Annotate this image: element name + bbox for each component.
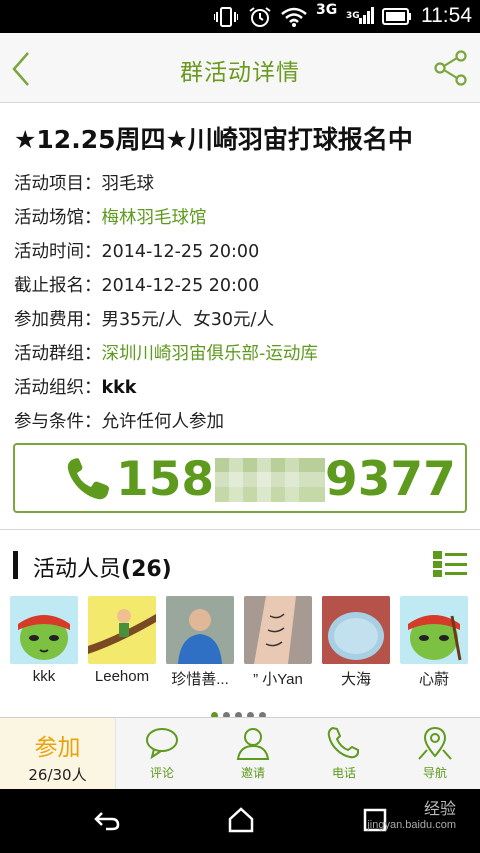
info-key: 活动时间： [14, 242, 102, 262]
member-item[interactable]: ” 小Yan [244, 596, 312, 689]
nav-back-icon[interactable] [92, 807, 122, 833]
action-bar: 参加 26/30人 评论 邀请 电话 导航 [0, 717, 480, 789]
info-key: 活动群组： [14, 344, 102, 364]
info-key: 参加费用： [14, 310, 102, 330]
member-name: 心蔚 [418, 671, 449, 688]
info-key: 活动场馆： [14, 208, 102, 228]
phone-call-button[interactable]: 158 9377 [13, 443, 467, 513]
share-icon[interactable] [434, 50, 468, 86]
navigate-icon [418, 726, 452, 760]
info-key: 活动项目： [14, 174, 102, 194]
nav-home-icon[interactable] [227, 807, 255, 833]
info-row-group: 活动群组：深圳川崎羽宙俱乐部-运动库 [14, 340, 318, 365]
call-button[interactable]: 电话 [299, 718, 389, 789]
member-name: 珍惜善... [171, 671, 229, 688]
info-value: 男35元/人 女30元/人 [101, 310, 274, 330]
phone-redaction-mosaic [215, 458, 325, 502]
info-row-condition: 参与条件：允许任何人参加 [14, 408, 224, 433]
avatar [400, 596, 468, 664]
watermark-url: jingyan.baidu.com [367, 819, 456, 831]
call-icon [327, 726, 359, 759]
avatar [10, 596, 78, 664]
members-title: 活动人员(26) [33, 551, 172, 583]
event-title: ★12.25周四★川崎羽宙打球报名中 [14, 125, 413, 154]
avatar [322, 596, 390, 664]
vibrate-icon [214, 7, 238, 27]
frog-avatar-image [18, 615, 70, 660]
clock: 11:54 [421, 4, 472, 27]
join-button[interactable]: 参加 26/30人 [0, 718, 116, 789]
join-label: 参加 [34, 735, 81, 761]
phone-icon [67, 458, 109, 500]
organizer-name[interactable]: kkk [102, 378, 137, 398]
info-value: 2014-12-25 20:00 [101, 242, 260, 262]
members-list: kkk Leehom 珍惜善... ” 小Yan 大海 心蔚 [10, 596, 480, 688]
call-label: 电话 [331, 766, 356, 780]
members-label: 活动人员 [33, 557, 122, 582]
join-count: 26/30人 [28, 766, 87, 784]
comment-button[interactable]: 评论 [117, 718, 207, 789]
alarm-icon [249, 7, 271, 27]
signal-icon [359, 7, 374, 24]
info-key: 参与条件： [14, 412, 102, 432]
navigate-label: 导航 [422, 766, 447, 780]
member-name: ” 小Yan [253, 671, 303, 688]
info-value: 2014-12-25 20:00 [101, 276, 260, 296]
section-bar [13, 551, 18, 579]
cartoon-avatar-image [88, 609, 156, 654]
system-nav-bar: 经验 jingyan.baidu.com [0, 789, 480, 853]
member-item[interactable]: kkk [10, 596, 78, 685]
page-title: 群活动详情 [180, 60, 300, 86]
frog-avatar-image [408, 615, 462, 661]
member-item[interactable]: 珍惜善... [166, 596, 234, 689]
status-bar: 3G 3G 11:54 [0, 0, 480, 33]
battery-icon [382, 8, 411, 25]
member-item[interactable]: 心蔚 [400, 596, 468, 689]
info-row-time: 活动时间：2014-12-25 20:00 [14, 238, 259, 263]
invite-label: 邀请 [240, 766, 265, 780]
info-key: 截止报名： [14, 276, 102, 296]
member-name: kkk [32, 668, 56, 685]
watermark-title: 经验 [423, 801, 456, 818]
info-value: 羽毛球 [101, 174, 155, 194]
photo-avatar-image [166, 596, 234, 664]
list-toggle-icon[interactable] [433, 550, 467, 578]
avatar [244, 596, 312, 664]
network-type-label: 3G [316, 2, 338, 18]
info-key: 活动组织： [14, 378, 102, 398]
invite-icon [236, 728, 270, 760]
phone-number-suffix: 9377 [325, 452, 456, 507]
avatar [88, 596, 156, 664]
comment-label: 评论 [149, 766, 174, 780]
navigate-button[interactable]: 导航 [390, 718, 480, 789]
members-count: (26) [121, 557, 172, 582]
member-item[interactable]: 大海 [322, 596, 390, 689]
photo-avatar-image [244, 596, 312, 664]
member-item[interactable]: Leehom [88, 596, 156, 685]
avatar [166, 596, 234, 664]
venue-link[interactable]: 梅林羽毛球馆 [102, 208, 207, 228]
info-row-venue: 活动场馆：梅林羽毛球馆 [14, 204, 207, 229]
info-row-fee: 参加费用：男35元/人 女30元/人 [14, 306, 274, 331]
group-link[interactable]: 深圳川崎羽宙俱乐部-运动库 [102, 344, 318, 364]
invite-button[interactable]: 邀请 [208, 718, 298, 789]
section-divider [0, 529, 480, 530]
info-row-sport: 活动项目：羽毛球 [14, 170, 154, 195]
wifi-icon [281, 7, 307, 27]
member-name: 大海 [340, 671, 371, 688]
info-value: 允许任何人参加 [101, 412, 225, 432]
info-row-organizer: 活动组织：kkk [14, 374, 136, 399]
photo-avatar-image [322, 596, 390, 664]
app-header: 群活动详情 [0, 33, 480, 103]
phone-number-prefix: 158 [116, 452, 215, 507]
baidu-watermark: 经验 jingyan.baidu.com [367, 795, 456, 831]
member-name: Leehom [94, 668, 150, 685]
comment-icon [146, 728, 178, 760]
info-row-deadline: 截止报名：2014-12-25 20:00 [14, 272, 259, 297]
